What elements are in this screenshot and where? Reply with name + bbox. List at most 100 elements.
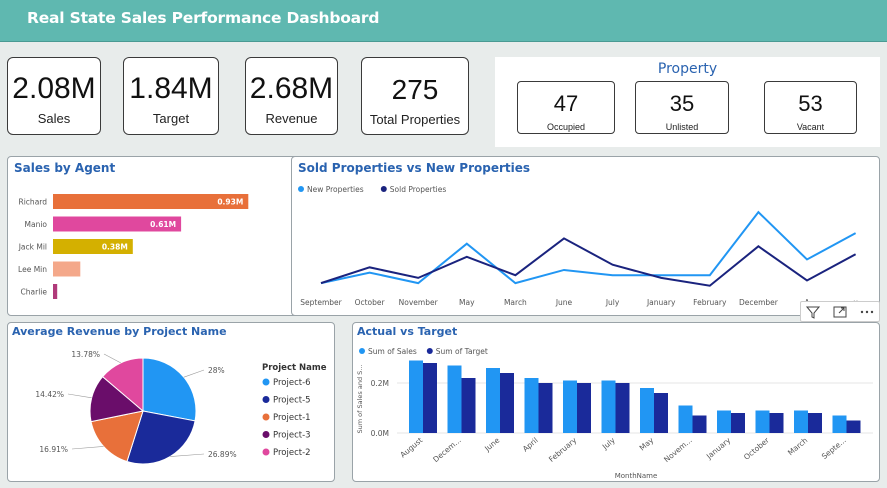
kpi-card-total-properties[interactable]: 275 Total Properties xyxy=(361,57,469,135)
pie-legend-label: Project-3 xyxy=(273,431,311,441)
avg-revenue-panel: Average Revenue by Project Name 28% 26.89… xyxy=(7,322,335,482)
panel-title: Sold Properties vs New Properties xyxy=(298,161,531,175)
property-label: Occupied xyxy=(546,122,586,132)
focus-mode-icon[interactable] xyxy=(833,305,847,319)
pie-legend-marker xyxy=(262,396,270,403)
x-tick-label: June xyxy=(555,298,573,307)
bar xyxy=(731,413,745,433)
x-tick-label: November xyxy=(399,298,439,307)
pie-legend-marker xyxy=(262,378,270,386)
header-bar: Real State Sales Performance Dashboard xyxy=(0,0,887,42)
dashboard-title: Real State Sales Performance Dashboard xyxy=(27,9,380,27)
bar xyxy=(423,363,437,433)
bar xyxy=(615,383,630,433)
bar xyxy=(654,393,668,433)
kpi-label: Sales xyxy=(37,111,71,126)
panel-title: Average Revenue by Project Name xyxy=(12,325,227,338)
agent-label: Manio xyxy=(25,220,48,229)
panel-title: Sales by Agent xyxy=(14,161,116,175)
agent-bar xyxy=(53,284,58,299)
x-tick-label: December xyxy=(739,298,779,307)
filter-icon[interactable] xyxy=(806,305,820,319)
kpi-card-target[interactable]: 1.84M Target xyxy=(123,57,219,135)
property-card-occupied[interactable]: 47 Occupied xyxy=(517,81,615,134)
bar xyxy=(755,410,770,433)
agent-label: Richard xyxy=(19,198,48,207)
property-value: 53 xyxy=(798,91,823,116)
legend-marker xyxy=(426,348,433,354)
x-tick-label: May xyxy=(459,298,475,307)
property-card-unlisted[interactable]: 35 Unlisted xyxy=(635,81,729,134)
x-tick-label: Decem... xyxy=(431,436,463,464)
kpi-card-sales[interactable]: 2.08M Sales xyxy=(7,57,101,135)
x-tick-label: March xyxy=(504,298,527,307)
x-tick-label: August xyxy=(398,436,424,460)
agent-bar xyxy=(53,261,81,277)
x-tick-label: February xyxy=(693,298,727,307)
pie-legend-title: Project Name xyxy=(262,363,327,373)
bar xyxy=(846,420,861,433)
legend-label: Sum of Sales xyxy=(368,347,417,356)
series-line xyxy=(320,210,857,285)
bar xyxy=(717,410,731,433)
agent-label: Lee Min xyxy=(18,265,47,274)
visual-header-toolbar xyxy=(800,301,880,322)
x-tick-label: Novem... xyxy=(662,436,694,465)
property-title: Property xyxy=(657,61,718,77)
x-tick-label: July xyxy=(605,298,620,307)
kpi-label: Revenue xyxy=(265,111,318,126)
x-tick-label: February xyxy=(547,435,579,464)
pie-leader-line xyxy=(170,453,205,457)
x-tick-label: June xyxy=(482,435,501,453)
legend-marker xyxy=(359,348,365,354)
bar xyxy=(461,378,476,433)
bar xyxy=(500,373,514,433)
pie-data-label: 13.78% xyxy=(71,350,100,359)
y-axis-title: Sum of Sales and S... xyxy=(356,365,364,434)
pie-legend-label: Project-2 xyxy=(273,448,311,458)
agent-data-label: 0.38M xyxy=(102,243,128,252)
kpi-card-revenue[interactable]: 2.68M Revenue xyxy=(245,57,338,135)
bar xyxy=(678,405,693,433)
sold-vs-new-panel: Sold Properties vs New Properties New Pr… xyxy=(291,156,880,316)
pie-legend-marker xyxy=(262,413,270,421)
bar xyxy=(563,380,577,433)
x-tick-label: January xyxy=(704,435,733,461)
legend-label: New Properties xyxy=(307,185,364,194)
y-tick-label: 0.2M xyxy=(371,379,389,388)
kpi-value: 2.08M xyxy=(12,72,96,105)
pie-legend-marker xyxy=(262,431,270,438)
kpi-label: Target xyxy=(152,111,190,126)
actual-vs-target-chart: Sum of Sales Sum of Target 0.0M 0.2M August D… xyxy=(356,347,873,480)
x-tick-label: October xyxy=(742,435,771,462)
x-tick-label: May xyxy=(638,435,656,452)
bar xyxy=(447,365,462,433)
kpi-label: Total Properties xyxy=(369,112,461,127)
property-value: 35 xyxy=(669,91,695,116)
avg-revenue-pie-chart: 28% 26.89% 16.91% 14.42% 13.78% Project Name P… xyxy=(35,350,327,465)
x-tick-label: July xyxy=(600,435,617,452)
pie-data-label: 16.91% xyxy=(39,445,68,454)
x-tick-label: October xyxy=(355,298,386,307)
pie-data-label: 28% xyxy=(208,366,225,375)
pie-legend-label: Project-6 xyxy=(273,378,311,388)
agent-data-label: 0.93M xyxy=(217,198,243,207)
more-options-icon[interactable] xyxy=(859,305,875,319)
bar xyxy=(524,378,539,433)
bar xyxy=(577,383,591,433)
legend-label: Sum of Target xyxy=(436,347,488,356)
property-value: 47 xyxy=(553,91,579,116)
kpi-value: 275 xyxy=(391,74,439,105)
x-tick-label: April xyxy=(521,436,540,454)
legend-marker xyxy=(298,186,304,192)
pie-legend-marker xyxy=(262,448,270,456)
x-tick-label: March xyxy=(786,435,809,457)
agent-label: Jack Mil xyxy=(18,243,47,252)
sales-by-agent-chart: Richard 0.93M Manio 0.61M Jack Mil 0.38M Lee M… xyxy=(18,194,249,299)
pie-data-label: 26.89% xyxy=(208,450,237,459)
bar xyxy=(601,380,616,433)
pie-leader-line xyxy=(71,446,104,450)
property-card-vacant[interactable]: 53 Vacant xyxy=(764,81,857,134)
agent-label: Charlie xyxy=(21,288,48,297)
x-tick-label: January xyxy=(646,298,676,307)
